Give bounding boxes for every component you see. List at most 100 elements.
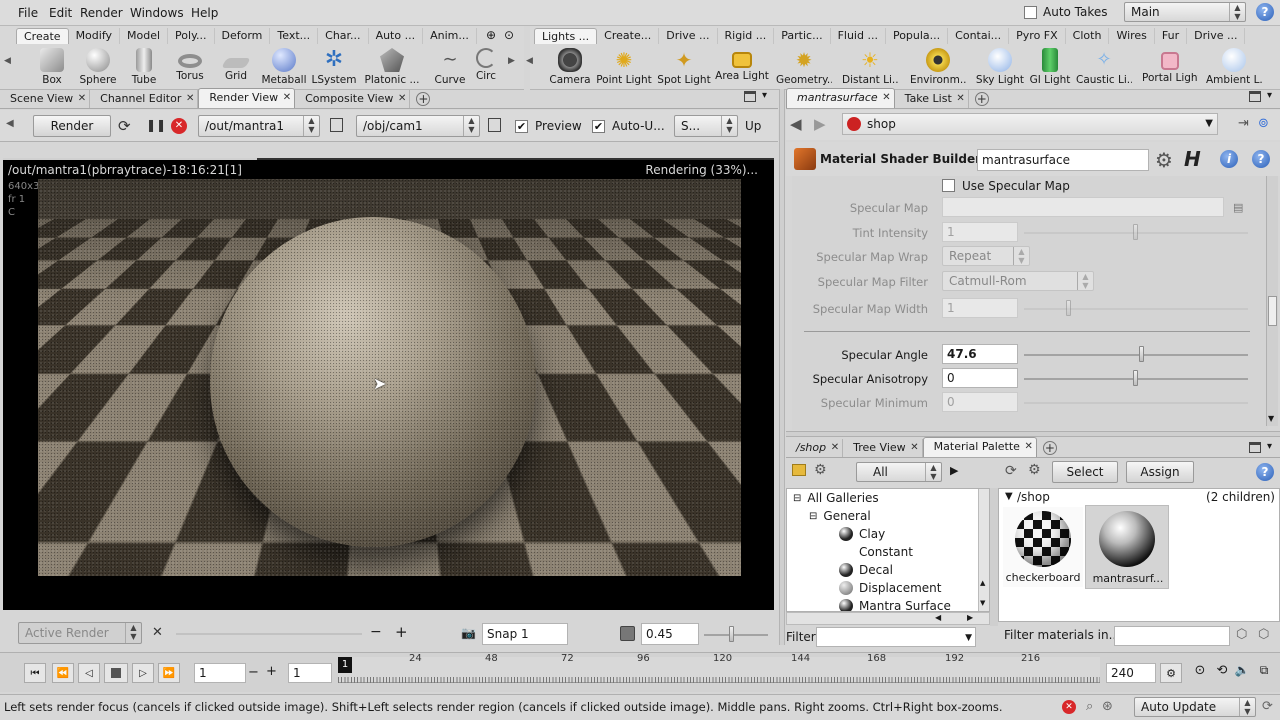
auto-takes-checkbox[interactable]	[1024, 5, 1037, 19]
material-checkerboard[interactable]: checkerboard	[1003, 507, 1083, 587]
gallery-filter-dropdown[interactable]: All ▲ ▼	[856, 462, 942, 482]
menu-edit[interactable]: Edit	[49, 6, 72, 20]
camera-path-field[interactable]: /obj/cam1 ▲ ▼	[356, 115, 480, 137]
shelf-tab-create[interactable]: Create	[16, 28, 69, 44]
parm-scroll-thumb[interactable]	[1268, 296, 1277, 326]
tool-caustic-light[interactable]: ✧ Caustic Li...	[1076, 48, 1132, 86]
add-tab-icon[interactable]: +	[974, 92, 989, 106]
shelf-tab-pyro[interactable]: Pyro FX	[1009, 28, 1066, 44]
auto-takes-toggle[interactable]: Auto Takes	[1024, 5, 1108, 19]
refresh-icon[interactable]: ⟳	[1005, 463, 1017, 479]
collapse-left-icon[interactable]: ◀	[6, 118, 14, 129]
camera-select-icon[interactable]	[488, 118, 501, 132]
active-render-dropdown[interactable]: Active Render ▲ ▼	[18, 622, 142, 644]
material-mantrasurface[interactable]: mantrasurf...	[1085, 505, 1169, 589]
tab-tree-view[interactable]: Tree View ✕	[843, 439, 923, 457]
global-anim-options-icon[interactable]: ⚙	[1160, 663, 1182, 683]
shelf-tab-poly[interactable]: Poly...	[168, 28, 215, 44]
shelf-tab-fur[interactable]: Fur	[1155, 28, 1188, 44]
specular-angle-slider[interactable]	[1024, 354, 1248, 356]
palette-gear-icon[interactable]: ⚙	[1028, 462, 1041, 478]
history-slider[interactable]	[176, 633, 362, 635]
close-icon[interactable]: ✕	[1025, 438, 1033, 455]
tree-hscrollbar[interactable]: ◀ ▶	[786, 612, 990, 625]
render-viewer[interactable]: /out/mantra1(pbrraytrace)-18:16:21[1] Re…	[3, 158, 774, 610]
clear-icon[interactable]: ✕	[152, 625, 163, 640]
shelf-tab-rigid[interactable]: Rigid ...	[718, 28, 775, 44]
tool-platonic[interactable]: Platonic ...	[364, 48, 420, 86]
zoom-in-icon[interactable]: +	[395, 623, 408, 641]
tool-spot-light[interactable]: ✦ Spot Light	[656, 48, 712, 86]
shelf-plus-icon[interactable]: ⊕	[486, 28, 496, 42]
add-tab-icon[interactable]: +	[416, 92, 431, 106]
tree-item-constant[interactable]: Constant	[839, 545, 913, 559]
shelf-tab-cloth[interactable]: Cloth	[1066, 28, 1110, 44]
tool-circle[interactable]: Circ	[466, 48, 506, 82]
tree-item-displacement[interactable]: Displacement	[839, 581, 942, 595]
render-button[interactable]: Render	[33, 115, 111, 137]
info-icon[interactable]: i	[1220, 150, 1238, 168]
specular-map-field[interactable]	[942, 197, 1224, 217]
snapshot-dropdown[interactable]: S... ▲ ▼	[674, 115, 738, 137]
parm-scrollbar[interactable]: ▼	[1266, 176, 1278, 426]
zoom-out-icon[interactable]: −	[370, 624, 382, 640]
scroll-down-icon[interactable]: ▼	[1268, 414, 1274, 423]
shelf-tab-fluid[interactable]: Fluid ...	[831, 28, 886, 44]
menu-windows[interactable]: Windows	[130, 6, 184, 20]
tool-point-light[interactable]: ✺ Point Light	[596, 48, 652, 86]
link-icon[interactable]: ⊚	[1258, 116, 1269, 131]
scroll-left-icon[interactable]: ◀	[935, 613, 941, 622]
network-path-field[interactable]: shop ▼	[842, 113, 1218, 135]
jump-start-icon[interactable]: ⏮	[24, 663, 46, 683]
shelf-tab-char[interactable]: Char...	[318, 28, 369, 44]
scroll-up-icon[interactable]: ▲	[980, 579, 985, 587]
snapshot-camera-icon[interactable]: 📷	[461, 626, 476, 640]
tool-environment-light[interactable]: Environm...	[910, 48, 966, 86]
back-arrow-icon[interactable]: ◀	[790, 115, 802, 133]
tool-ambient-light[interactable]: Ambient L...	[1206, 48, 1262, 86]
specular-map-width-field[interactable]: 1	[942, 298, 1018, 318]
menu-help[interactable]: Help	[191, 6, 218, 20]
tool-gi-light[interactable]: GI Light	[1022, 48, 1078, 86]
tool-area-light[interactable]: Area Light	[714, 48, 770, 82]
add-tab-icon[interactable]: +	[1042, 441, 1057, 455]
range-start-field[interactable]: 1	[288, 663, 332, 683]
specular-angle-field[interactable]: 47.6	[942, 344, 1018, 364]
tree-item-mantra-surface[interactable]: Mantra Surface	[839, 599, 951, 611]
zoom-slider-knob[interactable]	[729, 626, 734, 642]
gamma-icon[interactable]	[620, 626, 635, 641]
desktop-dropdown[interactable]: Main ▲ ▼	[1124, 2, 1246, 22]
shelf-tab-model[interactable]: Model	[120, 28, 169, 44]
shelf-scroll-right-icon[interactable]: ▶	[508, 56, 515, 66]
specular-minimum-field[interactable]: 0	[942, 392, 1018, 412]
shelf-tab-lights[interactable]: Lights ...	[534, 28, 598, 44]
tab-material-palette[interactable]: Material Palette ✕	[922, 437, 1037, 457]
tool-lsystem[interactable]: ✲ LSystem	[306, 48, 362, 87]
stop-render-icon[interactable]: ✕	[171, 118, 187, 134]
tree-item-decal[interactable]: Decal	[839, 563, 893, 577]
specular-map-wrap-dropdown[interactable]: Repeat ▲ ▼	[942, 246, 1030, 266]
select-button[interactable]: Select	[1052, 461, 1118, 483]
use-specular-map-checkbox[interactable]	[942, 179, 955, 192]
close-icon[interactable]: ✕	[910, 439, 918, 456]
zoom-slider[interactable]	[704, 634, 768, 636]
pane-divider[interactable]	[779, 89, 785, 645]
tree-scrollbar[interactable]: ▲ ▼	[978, 489, 989, 611]
snap-field[interactable]: Snap 1	[482, 623, 568, 645]
tool-camera[interactable]: Camera	[542, 48, 598, 86]
palette-splitter[interactable]	[990, 488, 998, 626]
tint-intensity-field[interactable]: 1	[942, 222, 1018, 242]
help-icon[interactable]: ?	[1252, 150, 1270, 168]
maximize-icon[interactable]	[1249, 442, 1261, 453]
menu-render[interactable]: Render	[80, 6, 123, 20]
shelf-tab-wires[interactable]: Wires	[1109, 28, 1155, 44]
materials-filter-field[interactable]	[1114, 626, 1230, 646]
prev-key-icon[interactable]: ⏪	[52, 663, 74, 683]
specular-angle-knob[interactable]	[1139, 346, 1144, 362]
realtime-icon[interactable]: ⧉	[1254, 663, 1274, 683]
auto-update-dropdown[interactable]: Auto Update ▲ ▼	[1134, 697, 1256, 717]
tint-intensity-knob[interactable]	[1133, 224, 1138, 240]
shelf-tab-contai[interactable]: Contai...	[948, 28, 1010, 44]
shelf-tab-deform[interactable]: Deform	[215, 28, 271, 44]
shelf-menu-icon[interactable]: ⊙	[504, 28, 514, 42]
